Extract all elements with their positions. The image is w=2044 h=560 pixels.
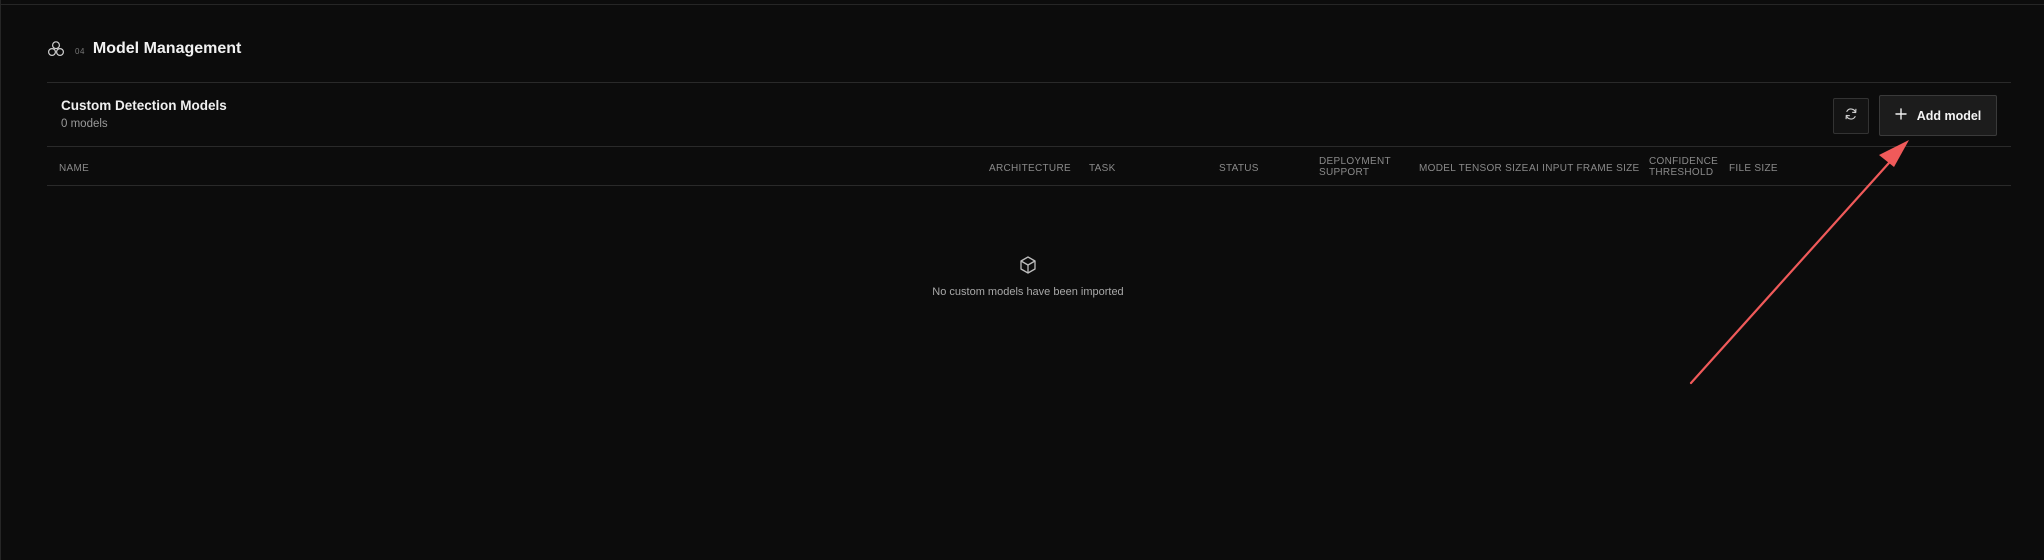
- box-icon: [1018, 255, 1038, 275]
- empty-state-message: No custom models have been imported: [932, 286, 1124, 298]
- add-model-label: Add model: [1916, 108, 1982, 123]
- section-header: 04 Model Management: [47, 38, 241, 60]
- column-header-task[interactable]: TASK: [1089, 163, 1116, 174]
- panel-title: Custom Detection Models: [61, 98, 227, 113]
- column-header-confidence-line1: CONFIDENCE: [1649, 156, 1719, 167]
- column-header-model-tensor-size[interactable]: MODEL TENSOR SIZE: [1419, 163, 1529, 174]
- column-header-deployment-line2: SUPPORT: [1319, 167, 1370, 178]
- section-number: 04: [75, 46, 85, 56]
- column-header-status[interactable]: STATUS: [1219, 163, 1259, 174]
- model-management-page: 04 Model Management Custom Detection Mod…: [0, 0, 2044, 560]
- column-header-deployment-support[interactable]: DEPLOYMENT SUPPORT: [1319, 156, 1395, 178]
- models-cluster-icon: [47, 40, 65, 58]
- table-header-divider: [47, 185, 2011, 186]
- refresh-icon: [1844, 107, 1858, 126]
- model-count: 0 models: [61, 118, 108, 130]
- refresh-button[interactable]: [1833, 98, 1869, 134]
- page-title: Model Management: [92, 40, 242, 57]
- column-header-name[interactable]: NAME: [59, 163, 89, 174]
- add-model-button[interactable]: Add model: [1879, 95, 1997, 136]
- column-header-deployment-line1: DEPLOYMENT: [1319, 156, 1391, 167]
- column-header-confidence-threshold[interactable]: CONFIDENCE THRESHOLD: [1649, 156, 1725, 178]
- column-header-architecture[interactable]: ARCHITECTURE: [989, 163, 1071, 174]
- top-divider: [1, 4, 2044, 5]
- column-header-file-size[interactable]: FILE SIZE: [1729, 163, 1778, 174]
- column-header-confidence-line2: THRESHOLD: [1649, 167, 1714, 178]
- header-divider: [47, 146, 2011, 147]
- column-header-ai-input-frame-size[interactable]: AI INPUT FRAME SIZE: [1529, 163, 1640, 174]
- panel-top-divider: [47, 82, 2011, 83]
- plus-icon: [1895, 107, 1907, 124]
